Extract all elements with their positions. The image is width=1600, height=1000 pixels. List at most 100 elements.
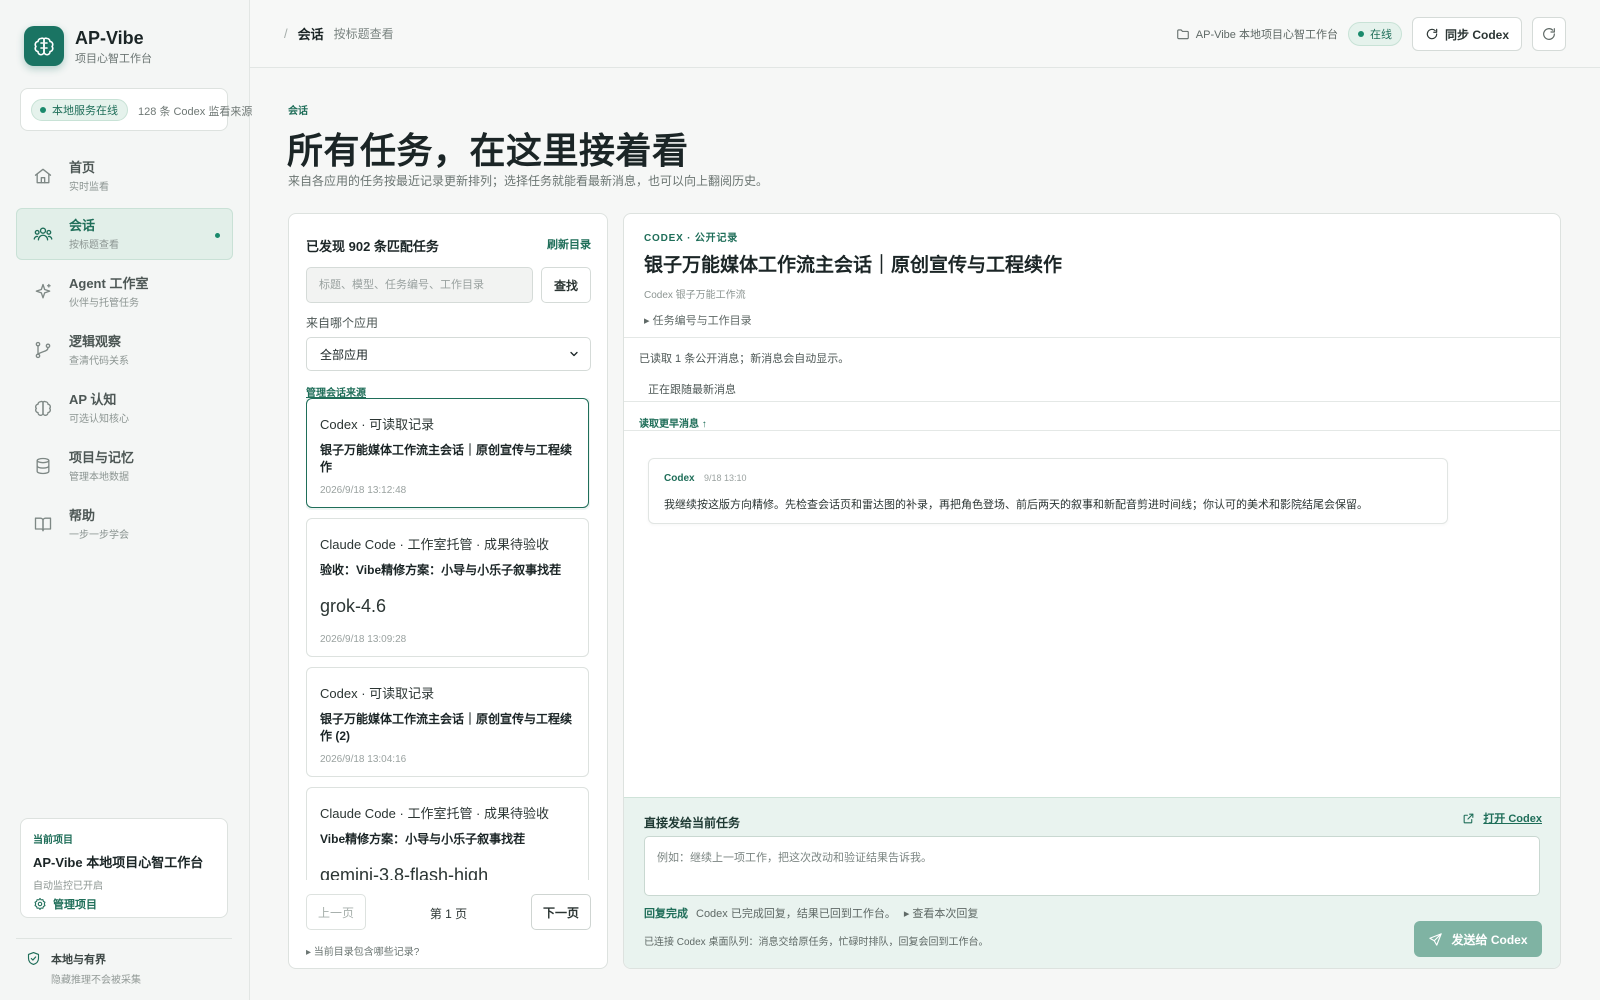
task-card[interactable]: Claude Code · 工作室托管 · 成果待验收 Vibe精修方案：小导与… (306, 787, 589, 880)
send-to-codex-button[interactable]: 发送给 Codex (1414, 921, 1542, 957)
message-bubble: Codex 9/18 13:10 我继续按这版方向精修。先检查会话页和雷达图的补… (648, 458, 1448, 524)
privacy-notice: 本地与有界 隐藏推理不会被采集 (26, 951, 141, 986)
sparkle-icon (35, 283, 51, 299)
task-time: 2026/9/18 13:12:48 (320, 485, 407, 496)
gear-icon (34, 897, 46, 910)
home-icon (34, 168, 52, 184)
workspace-label: AP-Vibe 本地项目心智工作台 (1176, 26, 1338, 42)
message-body: 我继续按这版方向精修。先检查会话页和雷达图的补录，再把角色登场、前后两天的叙事和… (664, 499, 1368, 511)
service-status-badge: 本地服务在线 (31, 99, 128, 121)
online-status-text: 在线 (1369, 29, 1392, 41)
current-project-kicker: 当前项目 (33, 835, 73, 846)
open-codex-label: 打开 Codex (1483, 813, 1542, 825)
current-project-name: AP-Vibe 本地项目心智工作台 (33, 855, 204, 870)
sidebar-nav: 首页实时监看 会话按标题查看 Agent 工作室伙伴与托管任务 逻辑观察 查清代码… (16, 150, 233, 556)
topbar-actions: AP-Vibe 本地项目心智工作台 在线 同步 Codex (1176, 17, 1566, 51)
message-input[interactable] (644, 836, 1540, 896)
read-status: 已读取 1 条公开消息；新消息会自动显示。 (639, 353, 850, 365)
brain-logo-icon (24, 26, 64, 66)
sidebar-item-ap-cognition[interactable]: AP 认知 可选认知核心 (16, 382, 233, 434)
folder-icon (1176, 29, 1189, 40)
task-title: Vibe精修方案：小导与小乐子叙事找茬 (320, 832, 526, 846)
chevron-down-icon (570, 351, 578, 357)
page-title: 所有任务，在这里接着看 (287, 130, 689, 171)
task-card[interactable]: Claude Code · 工作室托管 · 成果待验收 验收：Vibe精修方案：… (306, 518, 589, 657)
service-status-text: 本地服务在线 (52, 105, 118, 117)
sidebar-item-sub: 实时监看 (69, 182, 109, 193)
load-older-link[interactable]: 读取更早消息 ↑ (639, 415, 707, 430)
queue-note: 已连接 Codex 桌面队列：消息交给原任务，忙碌时排队，回复会回到工作台。 (644, 937, 989, 948)
online-dot-icon (1357, 31, 1364, 37)
sidebar-item-agent-studio[interactable]: Agent 工作室伙伴与托管任务 (16, 266, 233, 318)
sidebar-item-sub: 按标题查看 (69, 240, 119, 251)
task-list-panel: 已发现 902 条匹配任务 刷新目录 查找 来自哪个应用 全部应用 管理会话来源… (288, 213, 608, 969)
brand-name: AP-Vibe (75, 27, 144, 48)
prev-page-button[interactable]: 上一页 (306, 894, 366, 930)
task-source: Codex · 可读取记录 (320, 686, 435, 701)
page-kicker: 会话 (288, 106, 308, 117)
sidebar-item-sub: 伙伴与托管任务 (69, 298, 139, 309)
refresh-directory-link[interactable]: 刷新目录 (547, 236, 591, 252)
session-detail-panel: CODEX · 公开记录 银子万能媒体工作流主会话｜原创宣传与工程续作 Code… (623, 213, 1561, 969)
book-icon (34, 517, 52, 532)
message-time: 9/18 13:10 (704, 473, 747, 483)
sidebar-item-sessions[interactable]: 会话 按标题查看 (16, 208, 233, 260)
task-title: 银子万能媒体工作流主会话｜原创宣传与工程续作 (320, 443, 573, 474)
git-branch-icon (35, 341, 51, 359)
manage-project-link[interactable]: 管理项目 (33, 896, 215, 912)
task-model: gemini-3.8-flash-high (320, 865, 489, 880)
source-filter-select[interactable]: 全部应用 (306, 337, 591, 371)
manage-sources-link[interactable]: 管理会话来源 (306, 384, 366, 399)
task-card[interactable]: Codex · 可读取记录 银子万能媒体工作流主会话｜原创宣传与工程续作 202… (306, 398, 589, 508)
manage-project-label: 管理项目 (53, 899, 97, 911)
monitor-source-count: 128 条 Codex 监看来源 (138, 106, 253, 118)
sidebar-item-label: Agent 工作室 (69, 276, 149, 291)
reload-button[interactable] (1532, 17, 1566, 51)
following-status: 正在跟随最新消息 (648, 384, 736, 396)
brain-icon (35, 400, 51, 416)
task-list: Codex · 可读取记录 银子万能媒体工作流主会话｜原创宣传与工程续作 202… (306, 398, 590, 880)
external-link-icon (1463, 813, 1474, 823)
sidebar-item-projects-memory[interactable]: 项目与记忆 管理本地数据 (16, 440, 233, 492)
sidebar-item-help[interactable]: 帮助 一步一步学会 (16, 498, 233, 550)
directory-contents-toggle[interactable]: ▸ 当前目录包含哪些记录? (306, 943, 419, 958)
task-time: 2026/9/18 13:04:16 (320, 754, 407, 765)
detail-kicker: CODEX · 公开记录 (644, 233, 739, 244)
send-icon (1429, 932, 1443, 946)
sync-codex-button[interactable]: 同步 Codex (1411, 17, 1522, 51)
task-source: Claude Code · 工作室托管 · 成果待验收 (320, 537, 549, 552)
reply-status: 回复完成 Codex 已完成回复，结果已回到工作台。 ▸ 查看本次回复 (644, 905, 978, 921)
message-author: Codex (664, 473, 695, 484)
task-title: 银子万能媒体工作流主会话｜原创宣传与工程续作 (2) (320, 712, 573, 743)
view-reply-toggle[interactable]: ▸ 查看本次回复 (904, 905, 979, 921)
page-description: 来自各应用的任务按最近记录更新排列；选择任务就能看最新消息，也可以向上翻阅历史。 (288, 174, 769, 188)
sidebar-item-logic[interactable]: 逻辑观察 查清代码关系 (16, 324, 233, 376)
sidebar-item-label: 会话 (69, 218, 96, 233)
sidebar-item-label: 项目与记忆 (69, 450, 135, 465)
match-count: 已发现 902 条匹配任务 (306, 239, 439, 254)
reply-done-label: 回复完成 (644, 908, 688, 920)
sidebar-item-home[interactable]: 首页 实时监看 (16, 150, 233, 202)
workspace-name: AP-Vibe 本地项目心智工作台 (1195, 29, 1338, 41)
detail-subtitle: Codex 银子万能工作流 (644, 290, 746, 301)
breadcrumb-current: 会话 (297, 27, 324, 42)
sidebar-item-sub: 一步一步学会 (69, 530, 129, 541)
sidebar-item-label: 逻辑观察 (69, 334, 122, 349)
sidebar-divider (16, 938, 232, 939)
sidebar-item-label: 首页 (69, 160, 96, 175)
next-page-button[interactable]: 下一页 (531, 894, 591, 930)
service-status-card: 本地服务在线 128 条 Codex 监看来源 (20, 88, 252, 131)
database-icon (36, 457, 50, 475)
active-indicator-dot (215, 233, 220, 238)
sync-codex-label: 同步 Codex (1444, 27, 1509, 42)
brand[interactable]: AP-Vibe 项目心智工作台 (24, 26, 152, 66)
task-source: Claude Code · 工作室托管 · 成果待验收 (320, 806, 549, 821)
task-card[interactable]: Codex · 可读取记录 银子万能媒体工作流主会话｜原创宣传与工程续作 (2)… (306, 667, 589, 777)
task-search-input[interactable] (306, 267, 533, 303)
task-id-toggle[interactable]: ▸ 任务编号与工作目录 (644, 312, 752, 328)
search-button[interactable]: 查找 (541, 267, 591, 303)
privacy-title: 本地与有界 (51, 954, 106, 966)
open-codex-link[interactable]: 打开 Codex (1462, 810, 1542, 826)
breadcrumb-subtitle: 按标题查看 (333, 27, 394, 41)
current-project-card: 当前项目 AP-Vibe 本地项目心智工作台 自动监控已开启 管理项目 (20, 818, 228, 918)
